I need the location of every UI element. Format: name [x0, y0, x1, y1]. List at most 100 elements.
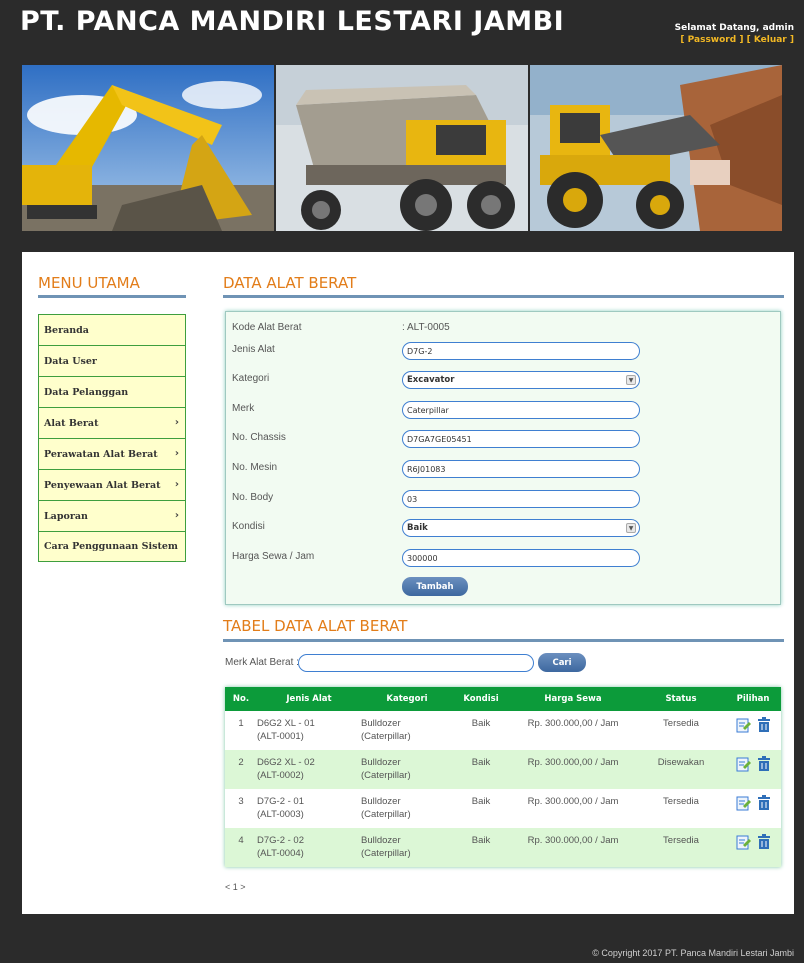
header: PT. PANCA MANDIRI LESTARI JAMBI Selamat …	[0, 0, 804, 62]
cell-no: 4	[238, 835, 244, 846]
cell-kategori: Bulldozer (Caterpillar)	[361, 789, 453, 828]
delete-icon[interactable]	[758, 717, 771, 737]
merk-field[interactable]	[402, 401, 640, 419]
kode-text: (ALT-0002)	[257, 770, 304, 781]
jenis-text: D6G2 XL - 02	[257, 757, 315, 768]
account-links: [ Password ] [ Keluar ]	[675, 34, 794, 46]
banner-dump-truck-image	[276, 65, 528, 231]
harga-sewa-field[interactable]	[402, 549, 640, 567]
kode-label: Kode Alat Berat	[232, 322, 302, 333]
chevron-right-icon: ›	[174, 479, 179, 490]
sidebar-item-data-pelanggan[interactable]: Data Pelanggan	[38, 376, 186, 407]
cell-kondisi: Baik	[471, 796, 491, 807]
chevron-down-icon: ▼	[626, 375, 636, 385]
cell-status: Tersedia	[663, 718, 699, 729]
kategori-selected: Excavator	[407, 375, 455, 385]
form-row-kondisi: Kondisi Baik ▼	[232, 519, 772, 539]
sidebar-item-alat-berat[interactable]: Alat Berat ›	[38, 407, 186, 438]
search-label: Merk Alat Berat :	[225, 657, 299, 668]
cell-jenis: D7G-2 - 02 (ALT-0004)	[257, 828, 361, 867]
form-divider	[223, 295, 784, 298]
merk-text: (Caterpillar)	[361, 848, 411, 859]
delete-icon[interactable]	[758, 756, 771, 776]
form-row-harga: Harga Sewa / Jam	[232, 549, 772, 569]
password-link[interactable]: [ Password ]	[680, 35, 743, 45]
col-header-jenis: Jenis Alat	[286, 694, 332, 704]
form-row-merk: Merk	[232, 401, 772, 421]
kondisi-label: Kondisi	[232, 521, 265, 532]
sidebar-item-cara-penggunaan[interactable]: Cara Penggunaan Sistem	[38, 531, 186, 562]
sidebar-item-penyewaan-alat-berat[interactable]: Penyewaan Alat Berat ›	[38, 469, 186, 500]
cell-status: Tersedia	[663, 835, 699, 846]
sidebar-item-beranda[interactable]: Beranda	[38, 314, 186, 345]
delete-icon[interactable]	[758, 795, 771, 815]
jenis-text: D7G-2 - 02	[257, 835, 304, 846]
tambah-button[interactable]: Tambah	[402, 577, 468, 596]
sidebar-item-perawatan-alat-berat[interactable]: Perawatan Alat Berat ›	[38, 438, 186, 469]
logout-link[interactable]: [ Keluar ]	[747, 35, 794, 45]
cell-harga: Rp. 300.000,00 / Jam	[527, 835, 619, 846]
sidebar-item-label: Alat Berat	[44, 417, 99, 429]
kondisi-select[interactable]: Baik ▼	[402, 519, 640, 537]
edit-icon[interactable]	[736, 756, 752, 776]
site-title: PT. PANCA MANDIRI LESTARI JAMBI	[20, 6, 565, 37]
kode-text: (ALT-0004)	[257, 848, 304, 859]
chevron-right-icon: ›	[174, 510, 179, 521]
cell-no: 3	[238, 796, 244, 807]
sidebar-item-label: Data Pelanggan	[44, 386, 129, 398]
delete-icon[interactable]	[758, 834, 771, 854]
kondisi-selected: Baik	[407, 523, 428, 533]
jenis-label: Jenis Alat	[232, 344, 275, 355]
kategori-text: Bulldozer	[361, 718, 401, 729]
no-mesin-field[interactable]	[402, 460, 640, 478]
kategori-select[interactable]: Excavator ▼	[402, 371, 640, 389]
sidebar-item-laporan[interactable]: Laporan ›	[38, 500, 186, 531]
data-table: No. Jenis Alat Kategori Kondisi Harga Se…	[225, 687, 781, 867]
cell-kondisi: Baik	[471, 757, 491, 768]
no-body-field[interactable]	[402, 490, 640, 508]
mesin-label: No. Mesin	[232, 462, 278, 473]
table-divider	[223, 639, 784, 642]
kategori-label: Kategori	[232, 373, 270, 384]
jenis-text: D6G2 XL - 01	[257, 718, 315, 729]
chevron-right-icon: ›	[174, 417, 179, 428]
col-header-kategori: Kategori	[386, 694, 428, 704]
kode-text: (ALT-0001)	[257, 731, 304, 742]
no-chassis-field[interactable]	[402, 430, 640, 448]
merk-text: (Caterpillar)	[361, 770, 411, 781]
jenis-alat-field[interactable]	[402, 342, 640, 360]
form-title: DATA ALAT BERAT	[223, 274, 357, 292]
sidebar-item-data-user[interactable]: Data User	[38, 345, 186, 376]
cari-button[interactable]: Cari	[538, 653, 586, 672]
cell-jenis: D6G2 XL - 01 (ALT-0001)	[257, 711, 361, 750]
cell-kategori: Bulldozer (Caterpillar)	[361, 750, 453, 789]
welcome-greeting: Selamat Datang, admin	[674, 23, 794, 33]
table-row: 1 D6G2 XL - 01 (ALT-0001) Bulldozer (Cater…	[225, 711, 781, 750]
cell-jenis: D6G2 XL - 02 (ALT-0002)	[257, 750, 361, 789]
alat-berat-form: Kode Alat Berat : ALT-0005 Jenis Alat Ka…	[225, 311, 781, 605]
sidebar-item-label: Laporan	[44, 510, 88, 522]
search-input[interactable]	[298, 654, 534, 672]
kategori-text: Bulldozer	[361, 835, 401, 846]
chevron-right-icon: ›	[174, 448, 179, 459]
merk-label: Merk	[232, 403, 255, 414]
edit-icon[interactable]	[736, 834, 752, 854]
form-row-chassis: No. Chassis	[232, 430, 772, 450]
edit-icon[interactable]	[736, 795, 752, 815]
sidebar-item-label: Data User	[44, 355, 97, 367]
cell-kategori: Bulldozer (Caterpillar)	[361, 828, 453, 867]
chevron-down-icon: ▼	[626, 523, 636, 533]
cell-status: Disewakan	[657, 757, 705, 768]
sidebar-item-label: Perawatan Alat Berat	[44, 448, 158, 460]
welcome-box: Selamat Datang, admin [ Password ] [ Kel…	[675, 22, 794, 46]
col-header-pilihan: Pilihan	[736, 694, 770, 704]
form-row-mesin: No. Mesin	[232, 460, 772, 480]
cell-no: 1	[238, 718, 244, 729]
edit-icon[interactable]	[736, 717, 752, 737]
cell-pilihan	[725, 789, 781, 828]
table-row: 2 D6G2 XL - 02 (ALT-0002) Bulldozer (Cater…	[225, 750, 781, 789]
cell-harga: Rp. 300.000,00 / Jam	[527, 718, 619, 729]
cell-kategori: Bulldozer (Caterpillar)	[361, 711, 453, 750]
sidebar-menu: Beranda Data User Data Pelanggan Alat Be…	[38, 314, 186, 562]
pagination[interactable]: < 1 >	[225, 882, 246, 892]
